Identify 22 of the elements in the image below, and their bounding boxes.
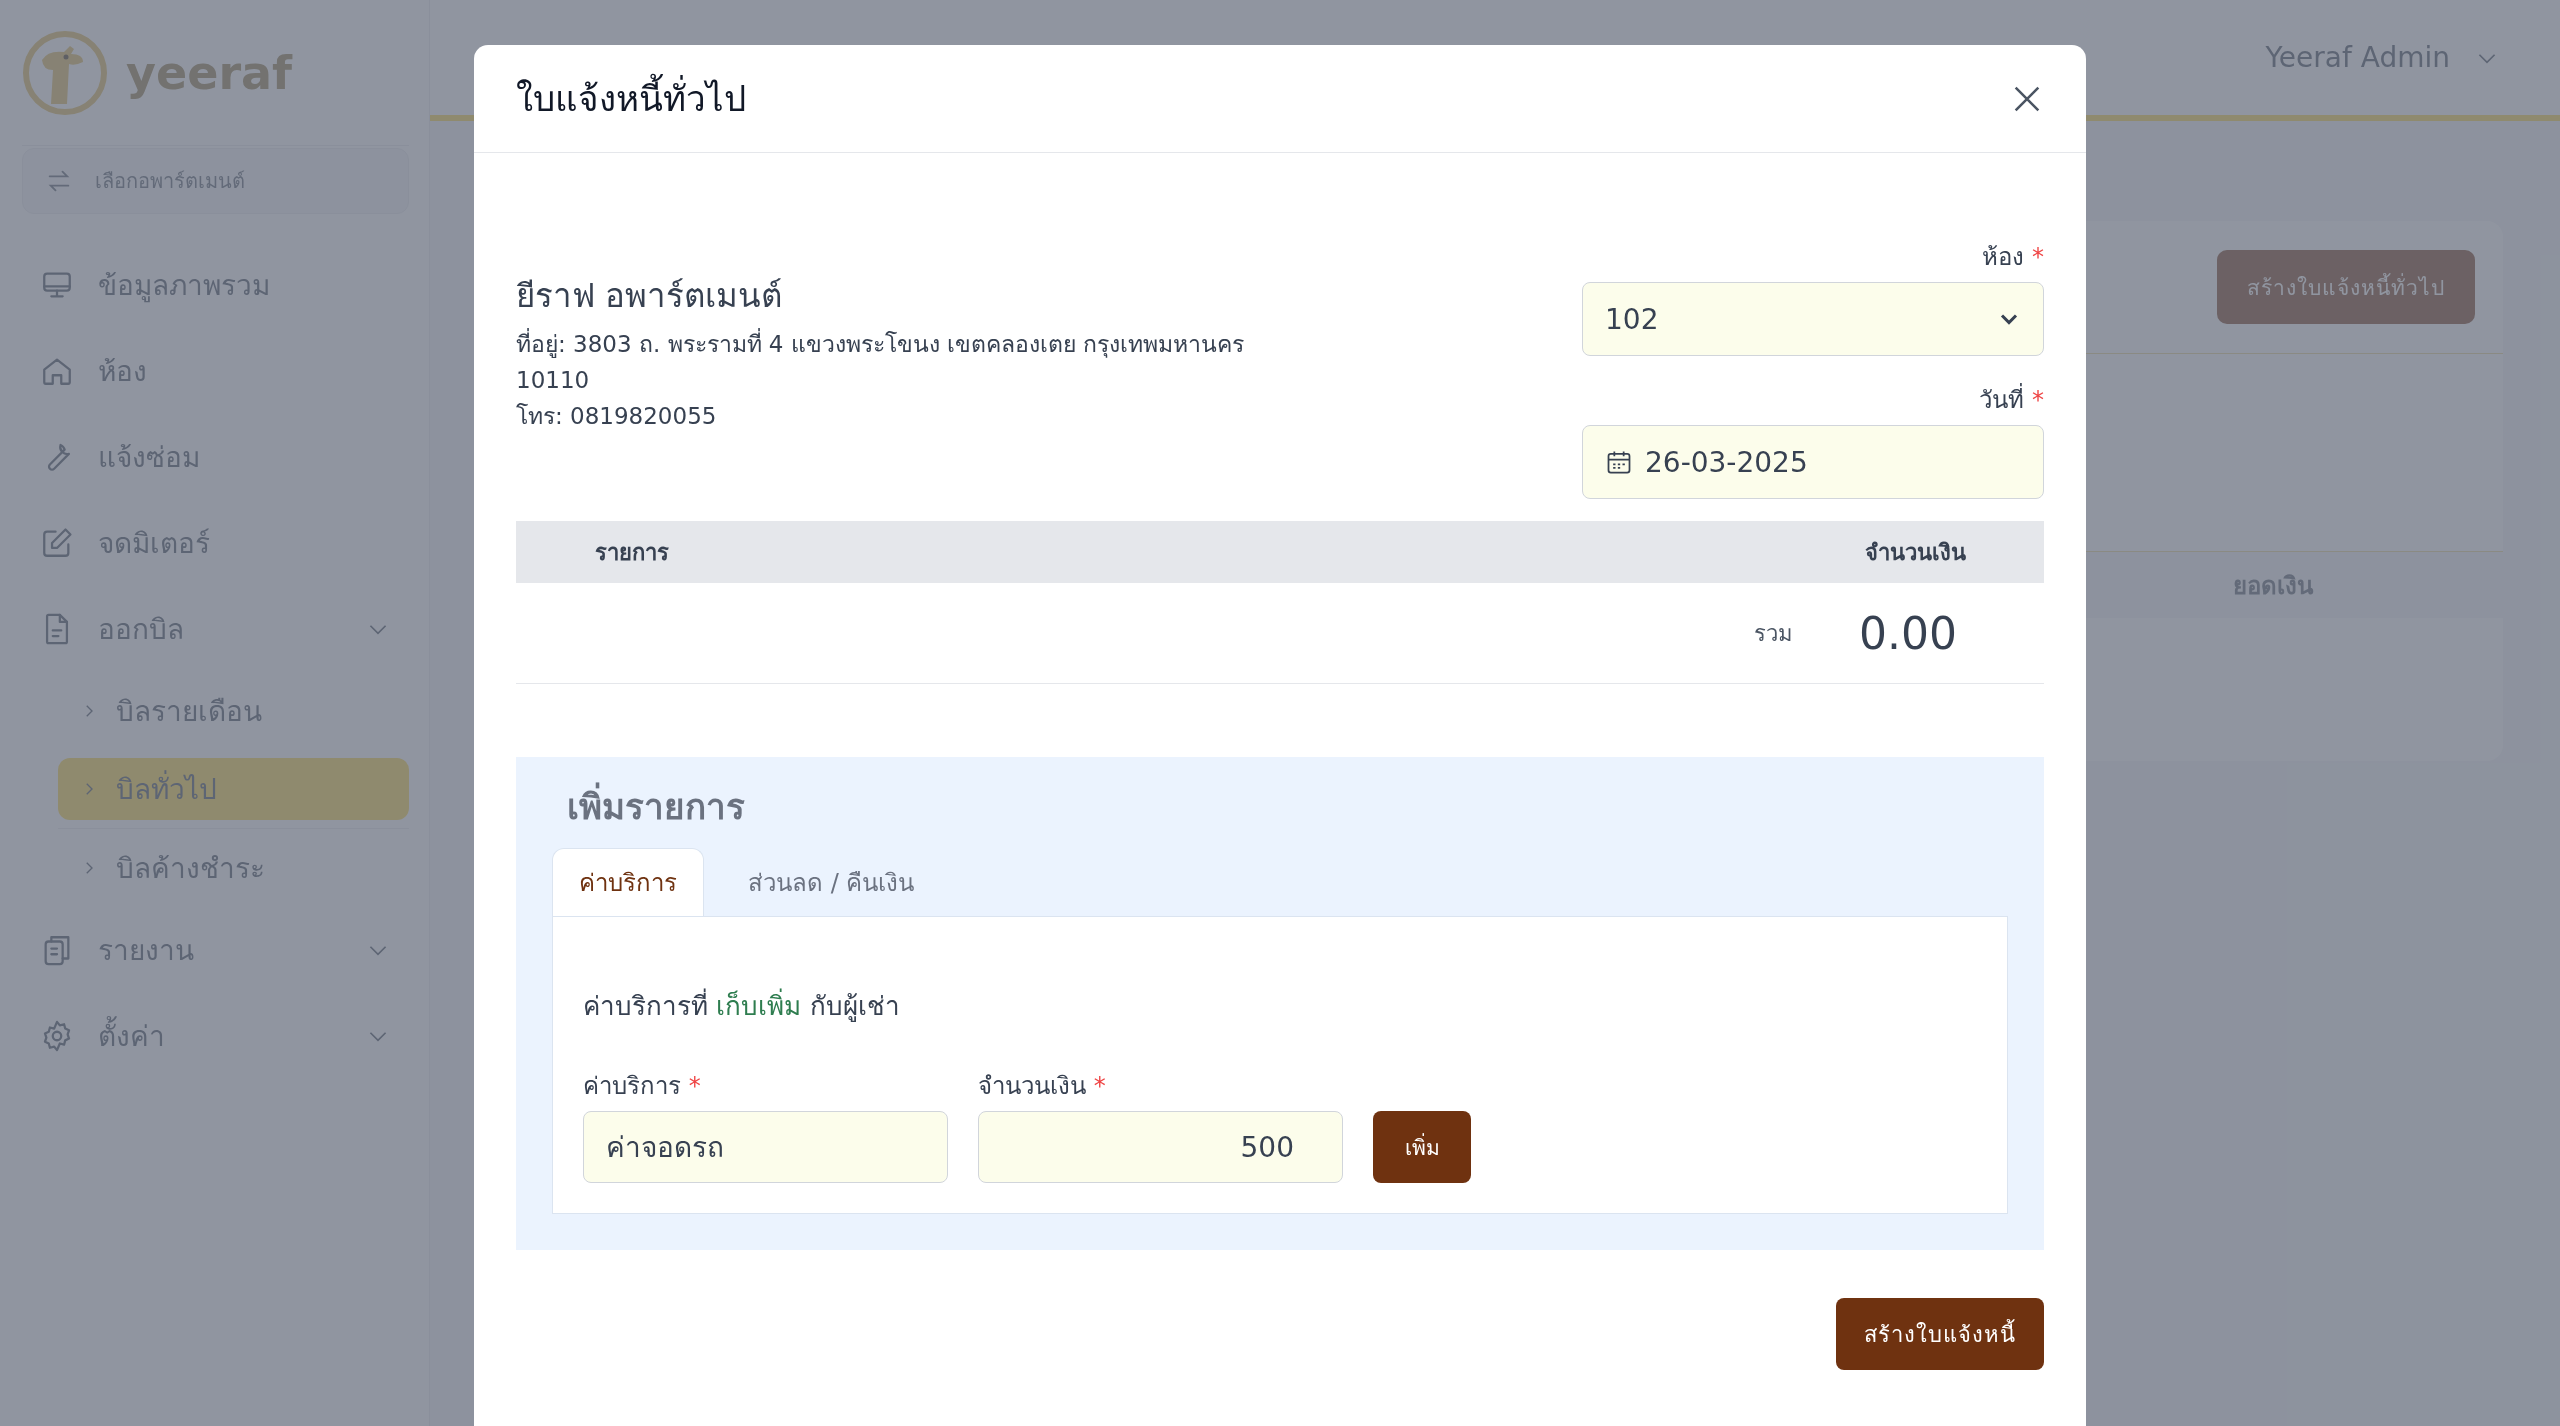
field-label: วันที่ * <box>1979 380 2044 419</box>
company-address: ที่อยู่: 3803 ถ. พระรามที่ 4 แขวงพระโขนง เขตคลองเตย กรุงเทพมหานคร 10110 <box>516 326 1296 398</box>
create-invoice-button[interactable]: สร้างใบแจ้งหนี้ <box>1836 1298 2044 1370</box>
section-title: เพิ่มรายการ <box>567 779 2008 834</box>
company-phone: โทร: 0819820055 <box>516 402 718 431</box>
field-label: ค่าบริการ * <box>583 1071 701 1102</box>
description-text: ค่าบริการที่ เก็บเพิ่ม กับผู้เช่า <box>583 985 1977 1026</box>
column-header: รายการ <box>595 538 669 567</box>
company-name: ยีราฟ อพาร์ตเมนต์ <box>516 275 784 317</box>
total-label: รวม <box>1754 619 1794 648</box>
room-select[interactable]: 102 <box>1582 282 2044 356</box>
amount-input[interactable]: 500 <box>978 1111 1343 1183</box>
tab[interactable]: ส่วนลด / คืนเงิน <box>722 848 941 916</box>
column-header: จำนวนเงิน <box>1865 538 1966 567</box>
date-field[interactable]: 26-03-2025 <box>1582 425 2044 499</box>
dialog-title: ใบแจ้งหนี้ทั่วไป <box>516 71 746 126</box>
tab[interactable]: ค่าบริการ <box>552 848 704 916</box>
field-label: ห้อง * <box>1982 242 2044 273</box>
add-button[interactable]: เพิ่ม <box>1373 1111 1471 1183</box>
service-input[interactable]: ค่าจอดรถ <box>583 1111 948 1183</box>
total-amount: 0.00 <box>1859 607 1957 659</box>
field-label: จำนวนเงิน * <box>978 1071 1106 1102</box>
